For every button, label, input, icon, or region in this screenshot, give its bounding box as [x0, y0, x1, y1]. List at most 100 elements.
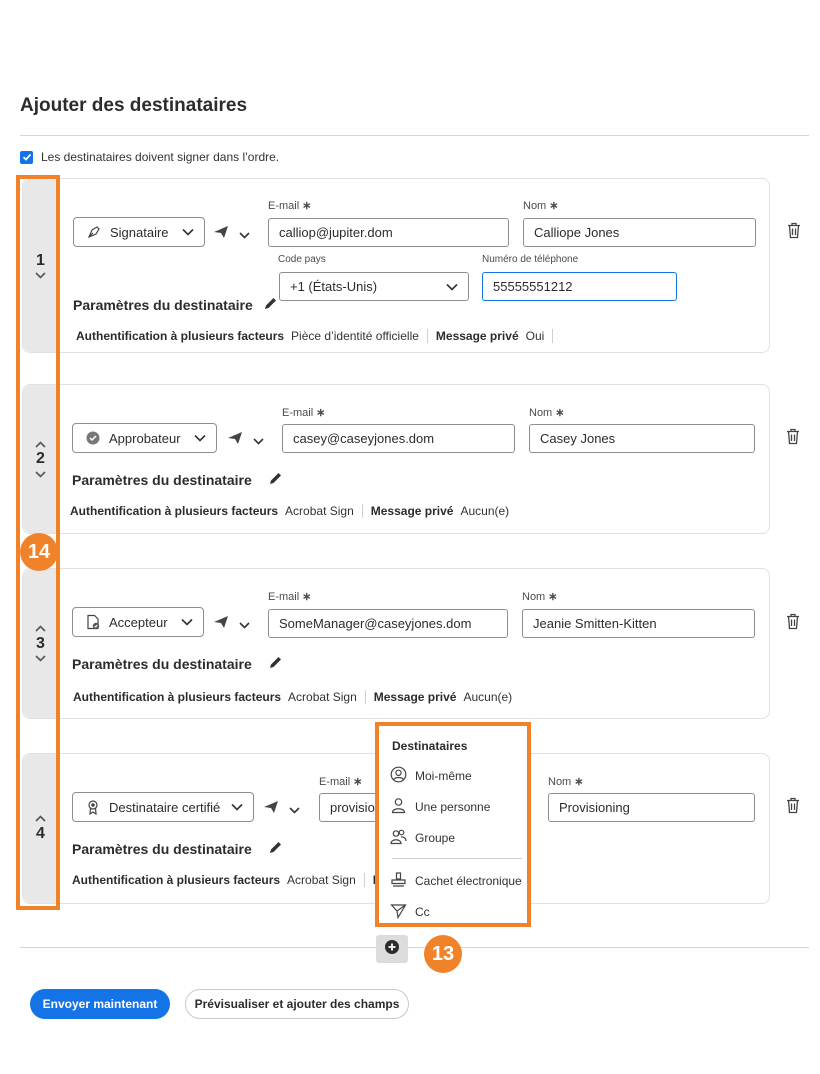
send-icon [213, 615, 229, 634]
email-field[interactable]: casey@caseyjones.dom [282, 424, 515, 453]
name-label: Nom ∗ [523, 200, 559, 212]
mfa-value: Acrobat Sign [285, 504, 354, 518]
email-label: E-mail ∗ [268, 591, 312, 603]
pencil-icon[interactable] [268, 655, 283, 673]
delivery-method-select[interactable] [263, 800, 300, 819]
email-field[interactable]: calliop@jupiter.dom [268, 218, 509, 247]
chevron-down-icon [253, 432, 264, 450]
menu-item-electronic-seal[interactable]: Cachet électronique [390, 871, 522, 891]
menu-title: Destinataires [392, 739, 468, 753]
pencil-icon[interactable] [268, 471, 283, 489]
title-divider [20, 135, 809, 136]
chevron-down-icon [239, 226, 250, 244]
mfa-value: Acrobat Sign [287, 873, 356, 887]
recipient-card-2: 2 Approbateur E-mail ∗ casey@caseyjones.d… [22, 384, 799, 534]
trash-icon[interactable] [785, 428, 801, 445]
recipient-settings[interactable]: Paramètres du destinataire [72, 655, 283, 673]
name-field[interactable]: Jeanie Smitten-Kitten [522, 609, 755, 638]
send-cc-icon [390, 902, 407, 922]
role-label: Signataire [110, 224, 169, 240]
chevron-down-icon [194, 434, 206, 442]
recipient-settings-label: Paramètres du destinataire [73, 297, 253, 313]
role-label: Destinataire certifié [109, 799, 221, 815]
recipient-settings-label: Paramètres du destinataire [72, 841, 252, 857]
signing-order-option[interactable]: Les destinataires doivent signer dans l’… [20, 150, 279, 164]
private-message-value: Aucun(e) [463, 690, 513, 704]
add-recipient-button[interactable] [376, 935, 408, 963]
signing-order-checkbox[interactable] [20, 150, 33, 164]
recipient-card-3: 3 Accepteur E-mail ∗ SomeManager@caseyjon… [22, 568, 799, 719]
chevron-down-icon [239, 616, 250, 634]
name-field[interactable]: Casey Jones [529, 424, 755, 453]
recipient-settings[interactable]: Paramètres du destinataire [72, 840, 283, 858]
recipient-settings[interactable]: Paramètres du destinataire [72, 471, 283, 489]
name-field[interactable]: Calliope Jones [523, 218, 756, 247]
menu-item-myself[interactable]: Moi-même [390, 766, 472, 786]
callout-badge-14: 14 [20, 533, 58, 571]
recipient-card-1: 1 Signataire E-mail ∗ calliop@jupiter.dom… [22, 178, 800, 353]
role-select[interactable]: Approbateur [72, 423, 217, 453]
recipient-settings-label: Paramètres du destinataire [72, 472, 252, 488]
callout-badge-13: 13 [424, 935, 462, 973]
chevron-down-icon [446, 283, 458, 291]
phone-label: Numéro de téléphone [482, 254, 579, 265]
pencil-icon[interactable] [263, 296, 278, 314]
role-select[interactable]: Signataire [73, 217, 205, 247]
delivery-method-select[interactable] [227, 431, 264, 450]
stamp-icon [390, 871, 407, 891]
country-code-label: Code pays [278, 254, 326, 265]
delivery-method-select[interactable] [213, 225, 250, 244]
mfa-value: Pièce d’identité officielle [291, 329, 419, 343]
trash-icon[interactable] [785, 613, 801, 630]
name-label: Nom ∗ [529, 407, 565, 419]
email-field[interactable]: SomeManager@caseyjones.dom [268, 609, 508, 638]
email-label: E-mail ∗ [282, 407, 326, 419]
delivery-method-select[interactable] [213, 615, 250, 634]
menu-item-cc[interactable]: Cc [390, 902, 430, 922]
preview-add-fields-button[interactable]: Prévisualiser et ajouter des champs [185, 989, 409, 1019]
user-icon [390, 797, 407, 817]
name-label: Nom ∗ [522, 591, 558, 603]
recipient-summary: Authentification à plusieurs facteurs Acr… [70, 504, 510, 518]
role-select[interactable]: Accepteur [72, 607, 204, 637]
recipient-summary: Authentification à plusieurs facteurs Piè… [76, 329, 561, 343]
menu-divider [392, 858, 522, 859]
pencil-icon[interactable] [268, 840, 283, 858]
country-code-select[interactable]: +1 (États-Unis) [279, 272, 469, 301]
bottom-divider [20, 947, 809, 948]
user-circle-icon [390, 766, 407, 786]
email-label: E-mail ∗ [268, 200, 312, 212]
role-select[interactable]: Destinataire certifié [72, 792, 254, 822]
check-circle-icon [85, 430, 101, 446]
trash-icon[interactable] [785, 797, 801, 814]
menu-item-person[interactable]: Une personne [390, 797, 490, 817]
name-label: Nom ∗ [548, 776, 584, 788]
send-icon [227, 431, 243, 450]
role-label: Approbateur [109, 430, 181, 446]
recipient-summary: Authentification à plusieurs facteurs Acr… [73, 690, 513, 704]
send-icon [213, 225, 229, 244]
name-field[interactable]: Provisioning [548, 793, 755, 822]
menu-item-group[interactable]: Groupe [390, 828, 455, 848]
add-recipient-menu: Destinataires Moi-même Une personne Grou… [375, 722, 531, 927]
private-message-value: Aucun(e) [460, 504, 510, 518]
email-label: E-mail ∗ [319, 776, 363, 788]
trash-icon[interactable] [786, 222, 802, 239]
chevron-down-icon [231, 803, 243, 811]
ribbon-badge-icon [85, 799, 101, 815]
page-title: Ajouter des destinataires [20, 95, 248, 116]
document-check-icon [85, 614, 101, 630]
pen-nib-icon [86, 224, 102, 240]
role-label: Accepteur [109, 614, 168, 630]
mfa-value: Acrobat Sign [288, 690, 357, 704]
private-message-value: Oui [525, 329, 545, 343]
chevron-down-icon [182, 228, 194, 236]
chevron-down-icon [181, 618, 193, 626]
recipient-settings[interactable]: Paramètres du destinataire [73, 296, 278, 314]
plus-circle-icon [384, 939, 400, 960]
signing-order-label: Les destinataires doivent signer dans l’… [41, 150, 280, 164]
recipient-settings-label: Paramètres du destinataire [72, 656, 252, 672]
send-now-button[interactable]: Envoyer maintenant [30, 989, 170, 1019]
send-icon [263, 800, 279, 819]
phone-field[interactable]: 55555551212 [482, 272, 677, 301]
